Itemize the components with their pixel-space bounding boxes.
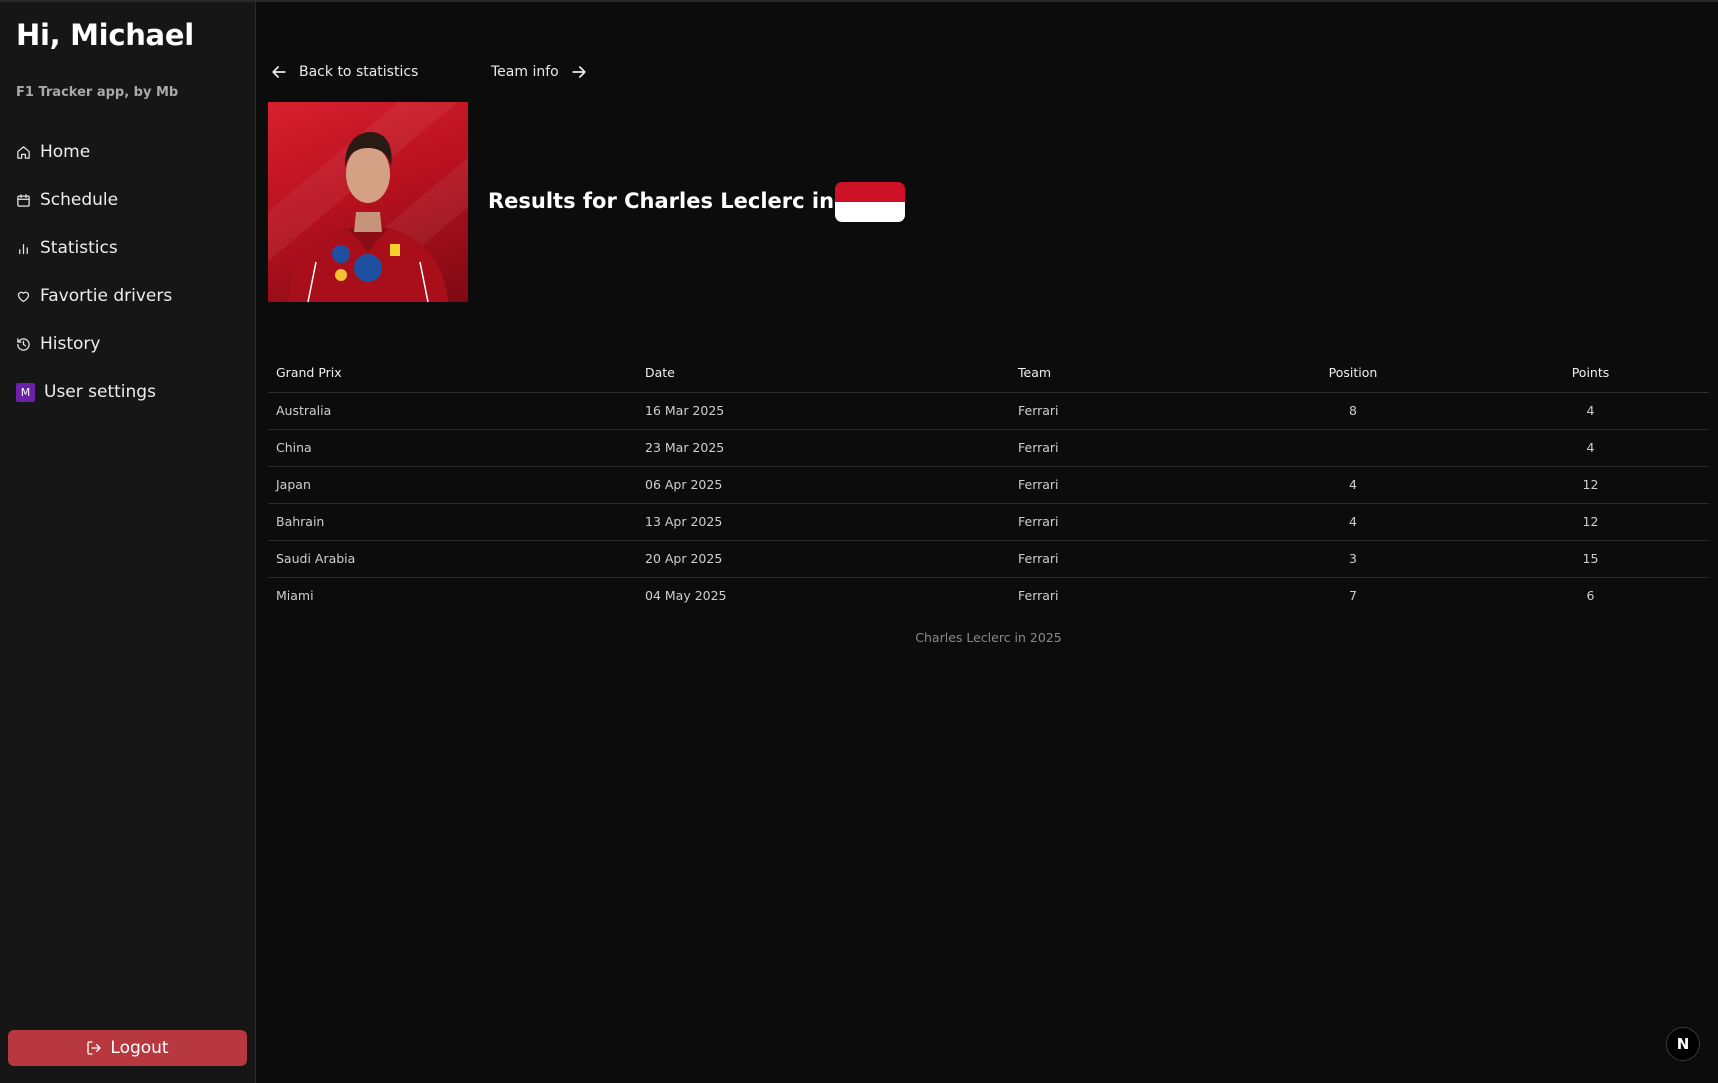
cell-grand-prix: Saudi Arabia <box>268 540 637 578</box>
table-row: Australia 16 Mar 2025 Ferrari 8 4 <box>268 392 1709 430</box>
heart-icon <box>17 291 30 302</box>
cell-grand-prix: Miami <box>276 588 314 604</box>
table-row: China 23 Mar 2025 Ferrari 4 <box>268 429 1709 467</box>
cell-points: 15 <box>1472 540 1709 578</box>
sidebar: Hi, Michael F1 Tracker app, by Mb Home S… <box>0 2 256 1083</box>
greeting-heading: Hi, Michael <box>16 18 194 52</box>
cell-points: 12 <box>1472 503 1709 541</box>
cell-grand-prix: Japan <box>268 466 637 504</box>
results-table: Grand Prix Date Team Position Points Aus… <box>268 354 1709 614</box>
main-content: Back to statistics Team info Results for… <box>257 2 1718 1083</box>
sidebar-item-label: Schedule <box>40 190 119 210</box>
sidebar-item-label: Favortie drivers <box>40 286 173 306</box>
cell-date: 20 Apr 2025 <box>637 540 1010 578</box>
table-header-row: Grand Prix Date Team Position Points <box>268 354 1709 393</box>
team-info-label: Team info <box>491 64 559 80</box>
cell-position <box>1234 429 1472 467</box>
home-icon <box>17 145 30 159</box>
sidebar-item-statistics[interactable]: Statistics <box>16 224 246 272</box>
cell-grand-prix: Australia <box>268 392 637 430</box>
cell-points: 4 <box>1472 392 1709 430</box>
table-row: Bahrain 13 Apr 2025 Ferrari 4 12 <box>268 503 1709 541</box>
cell-position: 4 <box>1234 503 1472 541</box>
table-row: Saudi Arabia 20 Apr 2025 Ferrari 3 15 <box>268 540 1709 578</box>
cell-date: 13 Apr 2025 <box>637 503 1010 541</box>
cell-team: Ferrari <box>1010 540 1234 578</box>
cell-date: 16 Mar 2025 <box>637 392 1010 430</box>
cell-team: Ferrari <box>1010 392 1234 430</box>
cell-date: 04 May 2025 <box>645 588 727 604</box>
team-info-link[interactable]: Team info <box>491 62 589 82</box>
arrow-left-icon <box>272 66 286 78</box>
cell-date: 23 Mar 2025 <box>637 429 1010 467</box>
sidebar-item-label: Statistics <box>40 238 118 258</box>
sidebar-item-schedule[interactable]: Schedule <box>16 176 246 224</box>
nextjs-dev-badge-button[interactable]: N <box>1666 1027 1700 1061</box>
table-caption: Charles Leclerc in 2025 <box>915 630 1062 645</box>
cell-team: Ferrari <box>1010 429 1234 467</box>
calendar-icon <box>17 193 30 207</box>
sidebar-nav: Home Schedule Statistics Favortie driver… <box>16 128 246 416</box>
column-header-team: Team <box>1010 354 1234 393</box>
cell-grand-prix: Bahrain <box>268 503 637 541</box>
cell-position: 4 <box>1234 466 1472 504</box>
column-header-grand-prix: Grand Prix <box>268 354 637 393</box>
column-header-points: Points <box>1472 354 1709 393</box>
sidebar-item-favorite-drivers[interactable]: Favortie drivers <box>16 272 246 320</box>
back-link-label: Back to statistics <box>299 64 419 80</box>
cell-team: Ferrari <box>1010 503 1234 541</box>
arrow-right-icon <box>572 66 586 78</box>
cell-position: 7 <box>1349 588 1357 604</box>
sidebar-item-label: History <box>40 334 101 354</box>
cell-team: Ferrari <box>1010 466 1234 504</box>
sidebar-item-user-settings[interactable]: M User settings <box>16 368 246 416</box>
table-row: Japan 06 Apr 2025 Ferrari 4 12 <box>268 466 1709 504</box>
app-subtitle: F1 Tracker app, by Mb <box>16 85 179 100</box>
bar-chart-icon <box>19 243 28 254</box>
flag-top-band <box>835 182 905 202</box>
sidebar-item-label: User settings <box>44 382 156 402</box>
driver-portrait-image <box>288 132 448 302</box>
column-header-position: Position <box>1234 354 1472 393</box>
driver-photo <box>268 102 468 302</box>
back-to-statistics-link[interactable]: Back to statistics <box>269 62 418 82</box>
sidebar-item-home[interactable]: Home <box>16 128 246 176</box>
cell-position: 8 <box>1234 392 1472 430</box>
table-row: Miami 04 May 2025 Ferrari 7 6 <box>268 577 1709 614</box>
logout-label: Logout <box>110 1038 169 1058</box>
cell-points: 12 <box>1472 466 1709 504</box>
logout-button[interactable]: Logout <box>8 1030 247 1066</box>
flag-bottom-band <box>835 202 905 222</box>
cell-points: 6 <box>1586 588 1595 604</box>
sidebar-item-label: Home <box>40 142 91 162</box>
nationality-flag-icon <box>835 182 905 222</box>
cell-grand-prix: China <box>268 429 637 467</box>
logout-icon <box>87 1041 102 1055</box>
sidebar-item-history[interactable]: History <box>16 320 246 368</box>
cell-date: 06 Apr 2025 <box>637 466 1010 504</box>
column-header-date: Date <box>637 354 1010 393</box>
cell-points: 4 <box>1472 429 1709 467</box>
cell-position: 3 <box>1234 540 1472 578</box>
cell-team: Ferrari <box>1018 588 1059 604</box>
history-icon <box>17 337 30 351</box>
avatar: M <box>16 382 35 402</box>
